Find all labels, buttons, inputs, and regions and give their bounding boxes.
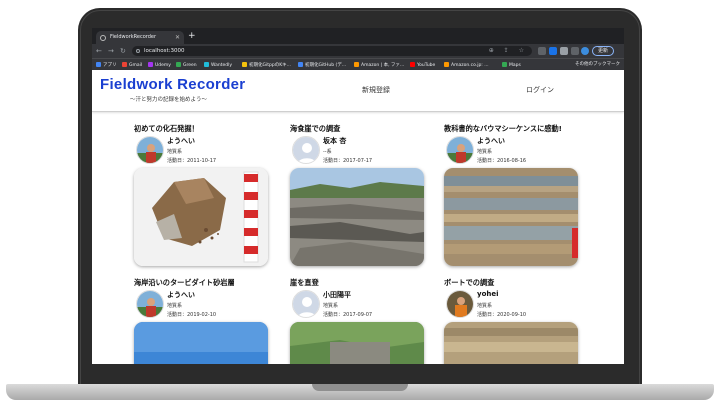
post-title[interactable]: 崖を直登 xyxy=(290,278,319,288)
wantedly-icon xyxy=(204,62,209,67)
other-bookmarks[interactable]: その他のブックマーク xyxy=(575,62,620,68)
default-avatar-icon xyxy=(292,136,320,164)
bookmark-item[interactable]: Amazon.co.jp: ... xyxy=(444,62,489,69)
extension-icon[interactable] xyxy=(538,47,546,55)
post-photo[interactable] xyxy=(290,322,424,364)
bookmarks-bar: アプリ Gmail Udemy Green Wantedly 初期化Gitppの… xyxy=(92,58,624,70)
extension-icon[interactable] xyxy=(549,47,557,55)
amazon-icon xyxy=(444,62,449,67)
site-logo[interactable]: Fieldwork Recorder xyxy=(100,76,245,93)
laptop-mockup: FieldworkRecorder ✕ + ← → ↻ localhost:30… xyxy=(0,0,720,415)
post-photo[interactable] xyxy=(290,168,424,266)
post-title[interactable]: 初めての化石発掘！ xyxy=(134,124,199,134)
user-field: 地質系 xyxy=(323,303,339,309)
bookmark-item[interactable]: Gmail xyxy=(122,62,142,69)
bookmark-item[interactable]: YouTube xyxy=(410,62,435,69)
maps-icon xyxy=(502,62,507,67)
browser-toolbar: ← → ↻ localhost:3000 ⊕ ⇪ ☆ 更新 xyxy=(92,44,624,58)
user-field: 地質系 xyxy=(477,303,493,309)
user-field: 地質系 xyxy=(167,303,183,309)
signup-link[interactable]: 新規登録 xyxy=(362,85,390,95)
new-tab-button[interactable]: + xyxy=(188,30,196,42)
bookmark-icon xyxy=(242,62,247,67)
apps-icon xyxy=(96,62,101,67)
user-field: 地質系 xyxy=(167,149,183,155)
forward-icon[interactable]: → xyxy=(108,46,114,56)
activity-date: 活動日：2016-08-16 xyxy=(477,158,527,164)
activity-date: 活動日：2011-10-17 xyxy=(167,158,217,164)
address-bar-actions-icon[interactable]: ⊕ ⇪ ☆ xyxy=(489,46,528,56)
default-avatar-icon xyxy=(292,290,320,318)
post-photo[interactable] xyxy=(444,168,578,266)
post-photo[interactable] xyxy=(444,322,578,364)
user-field: --系 xyxy=(323,149,332,155)
site-tagline: 〜汗と努力の記録を始めよう〜 xyxy=(130,97,208,103)
udemy-icon xyxy=(148,62,153,67)
bookmark-item[interactable]: アプリ xyxy=(96,62,117,69)
activity-date: 活動日：2019-02-10 xyxy=(167,312,217,318)
user-avatar xyxy=(446,290,474,318)
bookmark-item[interactable]: Amazon | 本, ファ... xyxy=(354,62,404,69)
user-field: 地質系 xyxy=(477,149,493,155)
bookmark-item[interactable]: Green xyxy=(176,62,197,69)
amazon-icon xyxy=(354,62,359,67)
browser-tab-bar: FieldworkRecorder ✕ + xyxy=(92,28,624,44)
reload-icon[interactable]: ↻ xyxy=(120,46,126,56)
post-title[interactable]: ボートでの調査 xyxy=(444,278,494,288)
web-page: Fieldwork Recorder 〜汗と努力の記録を始めよう〜 新規登録 ロ… xyxy=(92,70,624,364)
youtube-icon xyxy=(410,62,415,67)
activity-date: 活動日：2017-07-17 xyxy=(323,158,373,164)
user-avatar xyxy=(446,136,474,164)
user-name[interactable]: ようへい xyxy=(167,136,195,146)
bookmark-item[interactable]: Maps xyxy=(502,62,521,69)
bookmark-item[interactable]: Wantedly xyxy=(204,62,232,69)
post-title[interactable]: 海岸沿いのタービダイト砂岩層 xyxy=(134,278,235,288)
browser-tab-title: FieldworkRecorder xyxy=(110,34,157,40)
user-avatar xyxy=(136,290,164,318)
green-icon xyxy=(176,62,181,67)
address-url: localhost:3000 xyxy=(144,48,185,54)
bookmark-icon xyxy=(298,62,303,67)
user-name[interactable]: ようへい xyxy=(167,290,195,300)
address-bar[interactable]: localhost:3000 ⊕ ⇪ ☆ xyxy=(132,46,532,56)
user-name[interactable]: 小田陽平 xyxy=(323,290,351,300)
post-photo[interactable] xyxy=(134,322,268,364)
info-icon xyxy=(136,49,140,53)
activity-date: 活動日：2020-09-10 xyxy=(477,312,527,318)
bookmark-item[interactable]: 初期化GitHub (デ... xyxy=(298,62,346,69)
user-name[interactable]: ようへい xyxy=(477,136,505,146)
bookmark-item[interactable]: 初期化GitppのKキ... xyxy=(242,62,291,69)
back-icon[interactable]: ← xyxy=(96,46,102,56)
activity-date: 活動日：2017-09-07 xyxy=(323,312,373,318)
post-title[interactable]: 教科書的なバウマシーケンスに感動! xyxy=(444,124,562,134)
login-link[interactable]: ログイン xyxy=(526,85,554,95)
gmail-icon xyxy=(122,62,127,67)
post-title[interactable]: 海食崖での調査 xyxy=(290,124,340,134)
puzzle-icon[interactable] xyxy=(560,47,568,55)
close-tab-icon[interactable]: ✕ xyxy=(175,31,180,44)
user-name[interactable]: yohei xyxy=(477,290,499,298)
globe-icon xyxy=(100,35,106,41)
laptop-screen: FieldworkRecorder ✕ + ← → ↻ localhost:30… xyxy=(92,28,624,364)
laptop-hinge-notch xyxy=(312,384,408,391)
site-header: Fieldwork Recorder 〜汗と努力の記録を始めよう〜 新規登録 ロ… xyxy=(92,70,624,112)
bookmark-item[interactable]: Udemy xyxy=(148,62,171,69)
post-photo[interactable] xyxy=(134,168,268,266)
browser-tab[interactable]: FieldworkRecorder ✕ xyxy=(96,31,184,44)
user-avatar xyxy=(136,136,164,164)
extension-icon[interactable] xyxy=(571,47,579,55)
user-name[interactable]: 坂本 杏 xyxy=(323,136,346,146)
profile-avatar-icon[interactable] xyxy=(581,47,589,55)
update-button[interactable]: 更新 xyxy=(592,46,614,56)
